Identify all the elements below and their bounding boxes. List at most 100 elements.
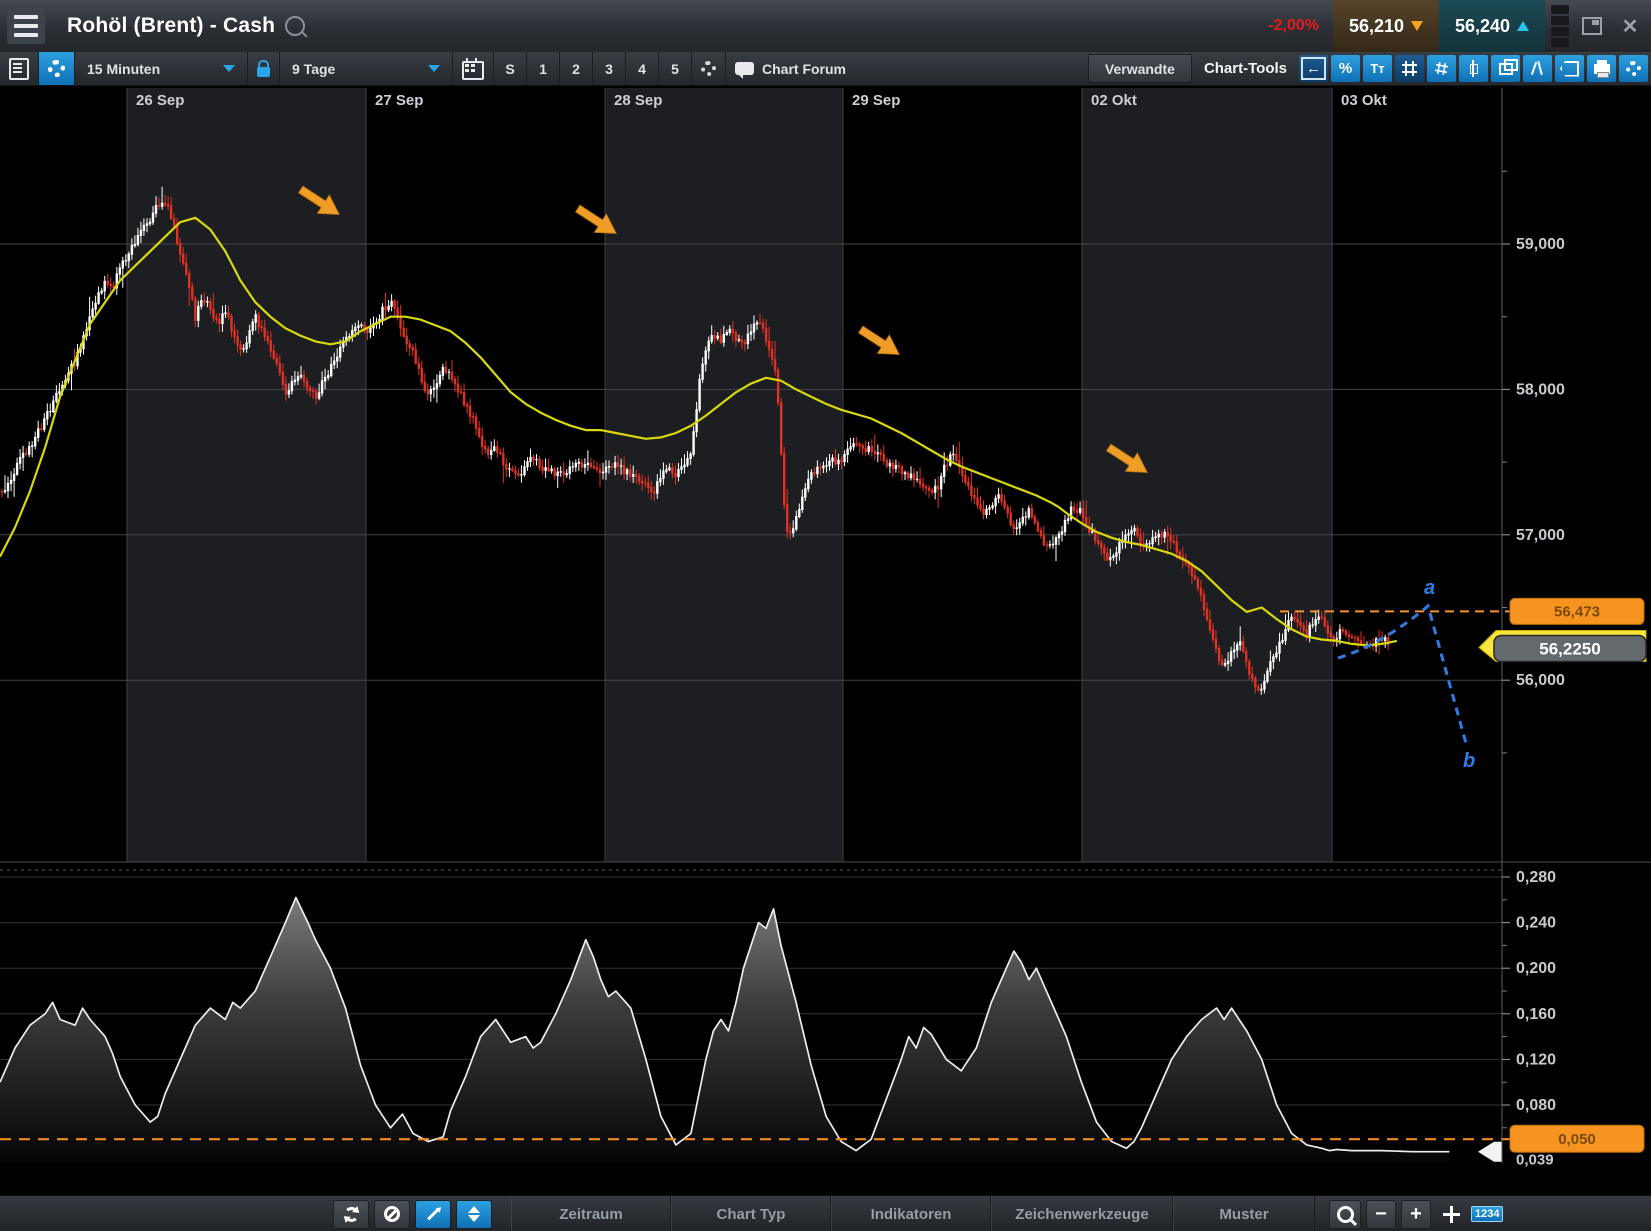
zoom-in-button[interactable]: +: [1401, 1200, 1431, 1229]
session-band: [1082, 88, 1332, 862]
popout-button[interactable]: [1575, 9, 1609, 43]
layout-button[interactable]: [1491, 55, 1520, 82]
candlestick-icon: [1467, 60, 1481, 77]
current-price-marker: 56,2250: [1479, 630, 1646, 661]
printer-icon: [1594, 64, 1610, 74]
lock-icon: [257, 67, 270, 77]
draw-grid-button[interactable]: [1427, 55, 1456, 82]
resistance-badge-label: 56,473: [1554, 603, 1600, 620]
session-band: [605, 88, 843, 862]
buy-price-button[interactable]: 56,240: [1439, 0, 1545, 52]
grid-icon: [1402, 61, 1417, 76]
crosshair-icon: [1443, 1206, 1460, 1223]
indicator-area: [0, 898, 1449, 1164]
label-tool-button[interactable]: [1555, 55, 1584, 82]
calendar-icon: [462, 61, 484, 80]
calendar-button[interactable]: [453, 52, 494, 85]
zeichenwerkzeuge-button[interactable]: Zeichenwerkzeuge: [991, 1196, 1173, 1231]
zoom-button[interactable]: [1329, 1200, 1361, 1229]
candle-btn-3[interactable]: 3: [593, 52, 626, 85]
chart-settings-button[interactable]: [692, 52, 726, 85]
date-label: 03 Okt: [1341, 92, 1387, 109]
toolbar-spacer: [855, 52, 1088, 85]
related-button[interactable]: Verwandte: [1088, 54, 1192, 83]
chart-tools-label: Chart-Tools: [1192, 52, 1299, 85]
chat-bubble-icon: [735, 62, 754, 75]
title-bar: Rohöl (Brent) - Cash -2,00% 56,210 56,24…: [0, 0, 1651, 53]
chart-canvas[interactable]: 26 Sep 27 Sep 28 Sep 29 Sep 02 Okt 03 Okt 56,4…: [0, 0, 1651, 1231]
tag-icon: [1560, 61, 1579, 77]
indicator-axis-label: 0,240: [1516, 915, 1556, 932]
crosshair-button[interactable]: [1436, 1201, 1466, 1228]
price-down-arrow-icon: [1411, 21, 1423, 31]
indikatoren-button[interactable]: Indikatoren: [831, 1196, 991, 1231]
date-label: 02 Okt: [1091, 92, 1137, 109]
interval-dropdown[interactable]: 15 Minuten: [75, 52, 248, 85]
chevron-down-icon: [223, 65, 235, 72]
scale-mode-button[interactable]: [456, 1200, 492, 1229]
grid-pencil-icon: [1435, 62, 1449, 76]
zoom-out-button[interactable]: −: [1366, 1200, 1396, 1229]
quote-panel-button[interactable]: [0, 52, 39, 85]
magnifier-icon: [1337, 1206, 1354, 1223]
indicator-current-label: 0,039: [1516, 1152, 1554, 1169]
chart-type-candle-button[interactable]: [1459, 55, 1488, 82]
range-dropdown[interactable]: 9 Tage: [280, 52, 453, 85]
wave-label-b: b: [1463, 750, 1475, 772]
date-label: 28 Sep: [614, 92, 662, 109]
date-label: 26 Sep: [136, 92, 184, 109]
no-entry-icon: [384, 1206, 400, 1222]
bottom-toolbar: Zeitraum Chart Typ Indikatoren Zeichenwe…: [0, 1195, 1651, 1231]
percent-scale-button[interactable]: %: [1331, 55, 1360, 82]
chart-forum-button[interactable]: Chart Forum: [726, 52, 855, 85]
print-button[interactable]: [1587, 55, 1616, 82]
price-up-arrow-icon: [1517, 21, 1529, 31]
advanced-settings-button[interactable]: [1619, 55, 1648, 82]
price-axis-label: 59,000: [1516, 236, 1565, 253]
candle-btn-2[interactable]: 2: [560, 52, 593, 85]
sell-price-button[interactable]: 56,210: [1333, 0, 1439, 52]
grid-button[interactable]: [1395, 55, 1424, 82]
layers-icon: [1499, 63, 1513, 75]
menu-icon[interactable]: [7, 8, 45, 44]
chevron-down-icon: [428, 65, 440, 72]
orange-trend-arrow: [855, 320, 906, 364]
pattern-tool-button[interactable]: [1523, 55, 1552, 82]
reload-button[interactable]: [333, 1200, 369, 1229]
refresh-icon: [344, 1207, 359, 1222]
list-icon: [9, 58, 29, 80]
gear-pencil-icon: [1626, 61, 1641, 76]
indicator-series: [0, 898, 1449, 1164]
settings-button[interactable]: [39, 52, 75, 85]
indicator-threshold-label: 0,050: [1558, 1131, 1596, 1148]
collapse-tools-button[interactable]: ←: [1299, 55, 1328, 82]
drag-grip[interactable]: [1551, 5, 1569, 47]
indicator-axis-label: 0,080: [1516, 1097, 1556, 1114]
candle-btn-s[interactable]: S: [494, 52, 527, 85]
draw-mode-button[interactable]: [415, 1200, 451, 1229]
price-axis-label: 57,000: [1516, 527, 1565, 544]
candle-compare-icon: [1531, 60, 1545, 77]
close-button[interactable]: ✕: [1613, 9, 1647, 43]
text-tool-button[interactable]: Tт: [1363, 55, 1392, 82]
sell-price: 56,210: [1349, 16, 1404, 37]
date-label: 29 Sep: [852, 92, 900, 109]
clear-drawings-button[interactable]: [374, 1200, 410, 1229]
candle-btn-4[interactable]: 4: [626, 52, 659, 85]
date-label: 27 Sep: [375, 92, 423, 109]
gear-icon: [701, 61, 716, 76]
chart-typ-button[interactable]: Chart Typ: [671, 1196, 831, 1231]
zeitraum-button[interactable]: Zeitraum: [511, 1196, 671, 1231]
candle-btn-5[interactable]: 5: [659, 52, 692, 85]
chart-window: Rohöl (Brent) - Cash -2,00% 56,210 56,24…: [0, 0, 1651, 1231]
indicator-axis-label: 0,200: [1516, 960, 1556, 977]
change-percent: -2,00%: [1268, 17, 1319, 35]
muster-button[interactable]: Muster: [1173, 1196, 1315, 1231]
lock-button[interactable]: [248, 52, 280, 85]
candle-btn-1[interactable]: 1: [527, 52, 560, 85]
search-icon[interactable]: [285, 16, 305, 36]
instrument-title: Rohöl (Brent) - Cash: [67, 14, 275, 38]
price-axis-label: 56,000: [1516, 672, 1565, 689]
indicator-axis-label: 0,120: [1516, 1051, 1556, 1068]
value-display-button[interactable]: 1234: [1471, 1206, 1503, 1222]
